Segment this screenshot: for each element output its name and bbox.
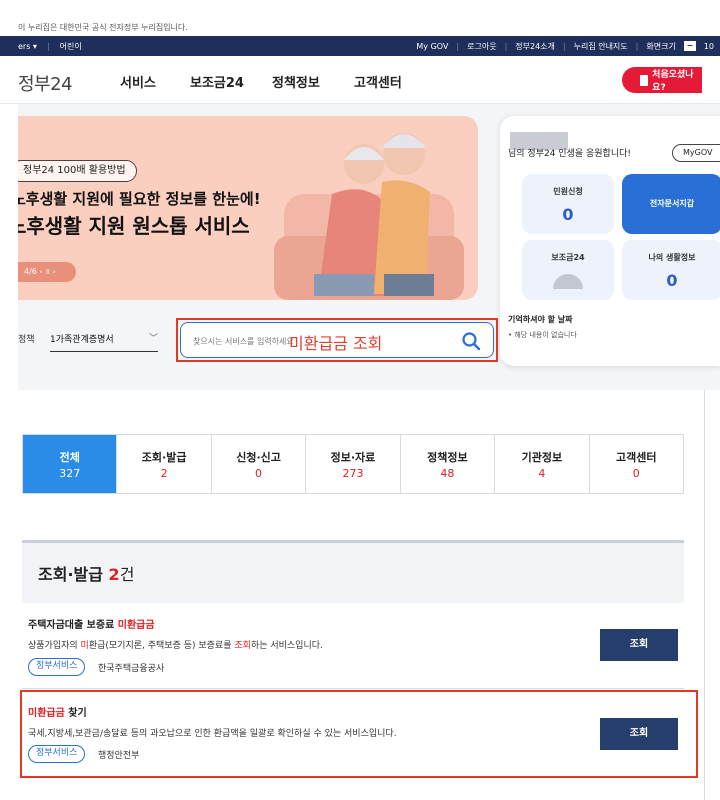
- promo-banner[interactable]: 정부24 100배 활용방법 노후생활 지원에 필요한 정보를 한눈에! 노후생…: [18, 116, 478, 300]
- tab-application-report[interactable]: 신청·신고 0: [210, 435, 305, 493]
- zoom-out-button[interactable]: −: [683, 41, 696, 51]
- screen-size-label: 화면크기: [646, 41, 676, 51]
- popular-document-select[interactable]: 1가족관계증명서 ﹀: [50, 332, 158, 352]
- remember-dates-title: 기억하셔야 할 날짜: [508, 315, 573, 324]
- tile-life-info[interactable]: 나의 생활정보 0: [622, 240, 720, 300]
- content-edge: [704, 390, 705, 800]
- section-title-text: 조회·발급: [38, 565, 103, 584]
- result-item-1: 주택자금대출 보증료 미환급금 상품가입자의 미환급(모기지론, 주택보증 등)…: [22, 612, 684, 682]
- tile-subsidy24[interactable]: 보조금24: [522, 240, 614, 300]
- mygov-link[interactable]: My GOV: [416, 42, 448, 51]
- tab-count: 0: [632, 467, 640, 480]
- menu-policy-info[interactable]: 정책정보: [272, 72, 320, 91]
- tab-label: 정보·자료: [330, 451, 376, 464]
- elderly-couple-illustration: [274, 133, 464, 300]
- sitemap-link[interactable]: 누리집 안내지도: [574, 41, 628, 52]
- language-select[interactable]: ers ▾: [18, 42, 37, 51]
- tab-inquiry-issuance[interactable]: 조회·발급 2: [116, 435, 210, 493]
- search-field-highlight: 찾으시는 서비스를 입력하세요 미환급금 조회: [176, 318, 498, 362]
- utility-bar: ers ▾ | 어린이 My GOV | 로그아웃 | 정부24소개 | 누리집…: [0, 36, 720, 56]
- agency-name: 한국주택금융공사: [98, 664, 165, 674]
- banner-chip[interactable]: 정부24 100배 활용방법: [18, 160, 137, 182]
- tab-count: 0: [255, 467, 263, 480]
- result-title[interactable]: 주택자금대출 보증료 미환급금: [28, 616, 155, 631]
- tile-label: 전자문서지갑: [649, 199, 695, 208]
- result-category-tabs: 전체 327 조회·발급 2 신청·신고 0 정보·자료 273 정책정보 48…: [22, 434, 684, 494]
- tab-label: 고객센터: [616, 451, 657, 464]
- tab-all[interactable]: 전체 327: [23, 435, 117, 493]
- menu-customer-center[interactable]: 고객센터: [354, 72, 402, 91]
- tab-info-materials[interactable]: 정보·자료 273: [305, 435, 399, 493]
- result-divider: [22, 688, 684, 689]
- tab-count: 48: [440, 467, 455, 480]
- site-logo[interactable]: 정부24: [18, 70, 73, 96]
- tile-label: 나의 생활정보: [648, 253, 696, 262]
- tile-civil-application[interactable]: 민원신청 0: [522, 174, 614, 234]
- desc-highlight: 미: [80, 641, 89, 651]
- remember-dates-text: • 해당 내용이 없습니다: [508, 331, 577, 339]
- official-site-notice: 이 누리집은 대한민국 공식 전자정부 누리집입니다.: [0, 0, 720, 36]
- inquiry-button[interactable]: 조회: [600, 629, 678, 661]
- my-panel: 님의 정부24 인생을 응원합니다! MyGOV 민원신청 0 전자문서지갑 보…: [500, 116, 720, 366]
- tab-label: 정책정보: [427, 451, 468, 464]
- banner-title: 노후생활 지원 원스톱 서비스: [18, 214, 250, 238]
- mygov-button[interactable]: MyGOV: [672, 144, 720, 162]
- zoom-level: 10: [703, 41, 714, 51]
- section-unit: 건: [119, 565, 135, 584]
- desc-text: 상품가입자의: [28, 641, 81, 651]
- search-row: 정책 1가족관계증명서 ﹀ 찾으시는 서비스를 입력하세요 미환급금 조회: [18, 318, 498, 362]
- tile-label: 보조금24: [551, 253, 585, 262]
- tab-policy-info[interactable]: 정책정보 48: [399, 435, 494, 493]
- loading-icon: [553, 274, 583, 289]
- tile-count: 0: [666, 271, 678, 290]
- search-placeholder: 찾으시는 서비스를 입력하세요: [193, 337, 294, 346]
- tab-count: 273: [342, 467, 364, 480]
- first-visit-button[interactable]: 처음오셨나요?: [622, 67, 702, 93]
- logout-link[interactable]: 로그아웃: [467, 41, 496, 52]
- select-value: 1가족관계증명서: [50, 335, 114, 345]
- desc-text: 환급(모기지론, 주택보증 등) 보증료를: [88, 641, 235, 651]
- banner-pager[interactable]: 4/6 ‹ ॥ ›: [18, 262, 76, 282]
- search-value: 미환급금 조회: [289, 334, 383, 353]
- section-header: 조회·발급 2건: [22, 543, 684, 603]
- first-visit-label: 처음오셨나요?: [652, 70, 694, 93]
- section-count: 2: [108, 565, 120, 584]
- title-highlight: 미환급금: [117, 620, 155, 631]
- desc-text: 하는 서비스입니다.: [250, 641, 323, 651]
- search-input[interactable]: 찾으시는 서비스를 입력하세요 미환급금 조회: [180, 322, 494, 358]
- tab-label: 기관정보: [521, 451, 563, 464]
- about-link[interactable]: 정부24소개: [515, 41, 555, 52]
- kids-link[interactable]: 어린이: [60, 41, 82, 52]
- chevron-down-icon: ﹀: [148, 334, 158, 344]
- tile-count: 0: [562, 205, 574, 224]
- tab-label: 신청·신고: [236, 451, 281, 464]
- search-icon[interactable]: [461, 331, 481, 351]
- desc-highlight: 조회: [234, 641, 251, 651]
- section-title: 조회·발급 2건: [38, 561, 134, 585]
- search-category-label: 정책: [18, 335, 35, 345]
- tab-count: 2: [160, 467, 168, 480]
- annotation-highlight-box: [20, 690, 698, 778]
- menu-services[interactable]: 서비스: [120, 72, 156, 91]
- banner-subtitle: 노후생활 지원에 필요한 정보를 한눈에!: [18, 190, 261, 208]
- greeting-text: 님의 정부24 인생을 응원합니다!: [508, 149, 632, 159]
- tab-agency-info[interactable]: 기관정보 4: [494, 435, 588, 493]
- main-navigation: 정부24 서비스 보조금24 정책정보 고객센터 처음오셨나요?: [0, 56, 720, 104]
- title-text: 주택자금대출 보증료: [28, 620, 118, 631]
- service-type-tag: 정부서비스: [28, 658, 86, 676]
- menu-subsidy24[interactable]: 보조금24: [190, 72, 244, 91]
- tab-label: 전체: [59, 451, 80, 464]
- tile-document-wallet[interactable]: 전자문서지갑: [622, 174, 720, 234]
- tile-label: 민원신청: [553, 187, 583, 196]
- result-description: 상품가입자의 미환급(모기지론, 주택보증 등) 보증료를 조회하는 서비스입니…: [28, 638, 323, 651]
- tab-label: 조회·발급: [141, 451, 187, 464]
- tab-count: 327: [59, 467, 81, 480]
- tab-count: 4: [538, 467, 546, 480]
- bookmark-icon: [640, 74, 649, 86]
- tab-customer-center[interactable]: 고객센터 0: [588, 435, 683, 493]
